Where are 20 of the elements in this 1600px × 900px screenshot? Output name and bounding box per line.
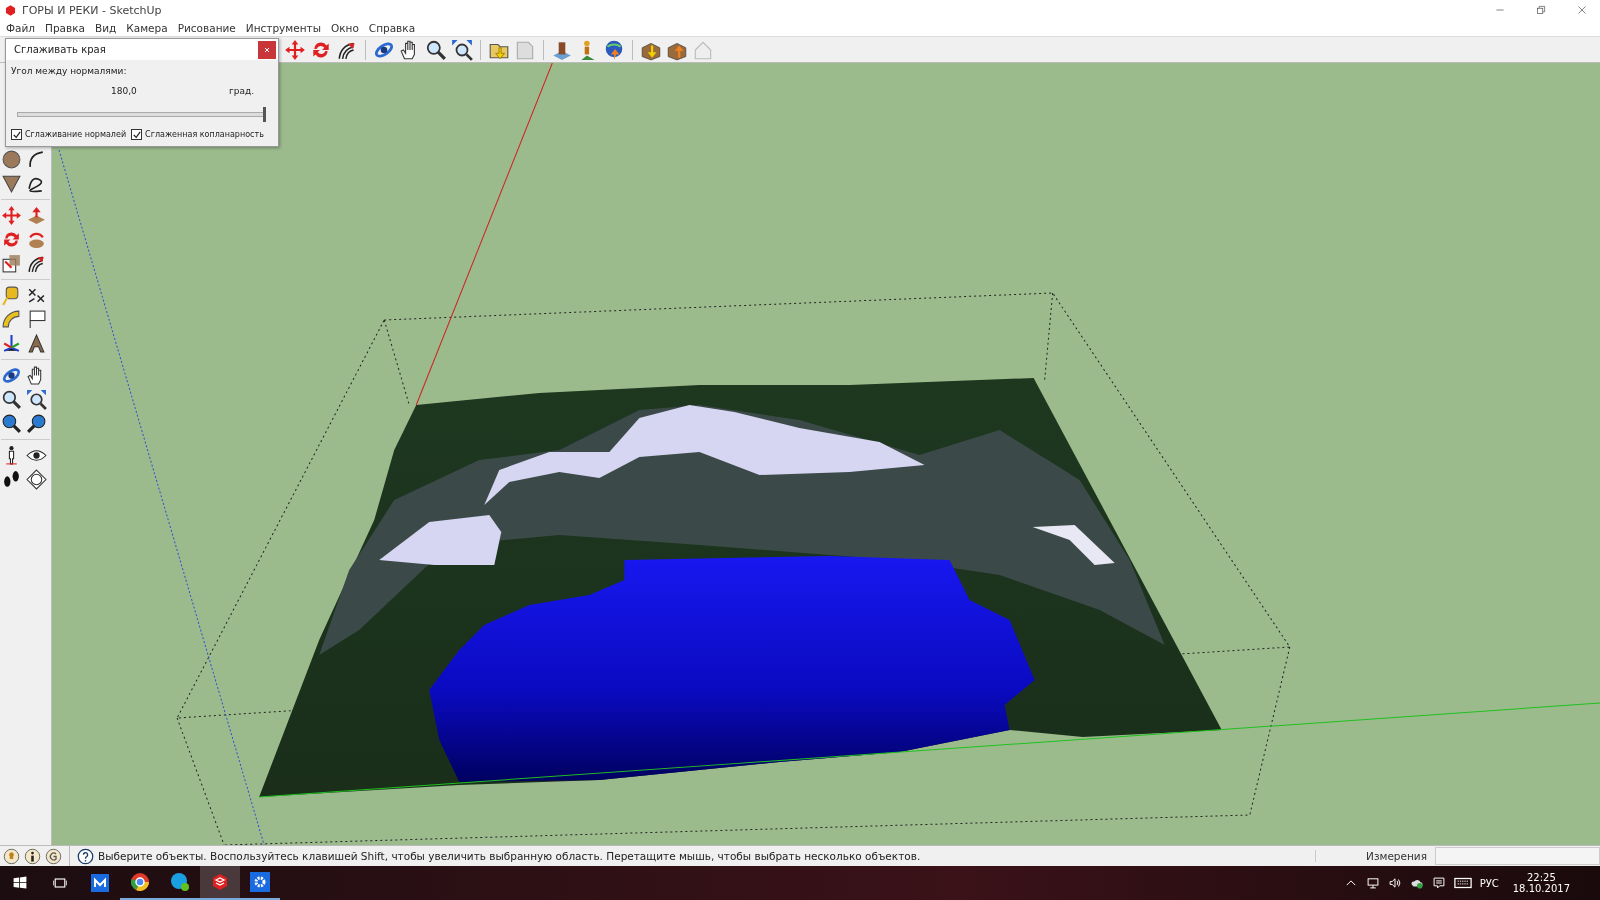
angle-value: 180,0 bbox=[111, 86, 137, 96]
window-title: ГОРЫ И РЕКИ - SketchUp bbox=[22, 3, 163, 17]
menu-item[interactable]: Справка bbox=[368, 22, 416, 34]
checkbox[interactable]: Сглаженная копланарность bbox=[131, 129, 264, 140]
clock-time: 22:25 bbox=[1526, 872, 1556, 883]
measurements-label: Измерения bbox=[1315, 850, 1431, 862]
dialog-title: Сглаживать края bbox=[14, 44, 106, 55]
menu-item[interactable]: Рисование bbox=[177, 22, 236, 34]
menu-item[interactable]: Вид bbox=[95, 22, 117, 34]
language-indicator[interactable]: РУС bbox=[1479, 877, 1499, 889]
menu-item[interactable]: Инструменты bbox=[245, 22, 321, 34]
checkbox[interactable]: Сглаживание нормалей bbox=[11, 129, 127, 140]
unit-label: град. bbox=[228, 86, 254, 96]
menu-item[interactable]: Файл bbox=[6, 22, 35, 34]
menu-item[interactable]: Камера bbox=[126, 22, 168, 34]
angle-label: Угол между нормалями: bbox=[11, 66, 128, 76]
menu-item[interactable]: Правка bbox=[45, 22, 85, 34]
menu-item[interactable]: Окно bbox=[330, 22, 359, 34]
clock-date: 18.10.2017 bbox=[1512, 883, 1570, 894]
status-message: Выберите объекты. Воспользуйтесь клавишей Shift, чтобы увеличить выбранную область. Перетащите мышь, чтобы выбрать несколько объектов. bbox=[98, 850, 922, 862]
